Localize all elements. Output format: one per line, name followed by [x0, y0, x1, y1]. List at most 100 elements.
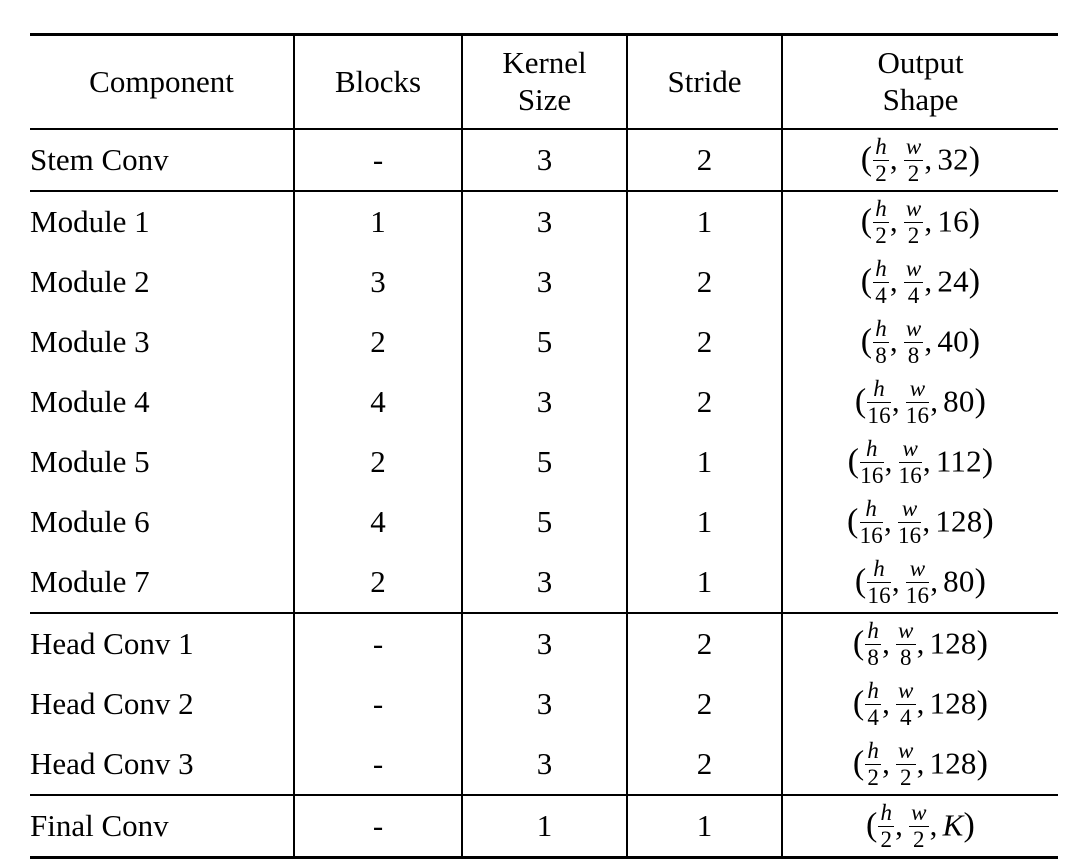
width-fraction-numerator: w	[903, 196, 924, 223]
comma-separator: ,	[924, 203, 933, 239]
table-row: Module 2 3 3 2(h 4, w 4, 24)	[30, 252, 1058, 312]
cell-blocks: 4	[293, 372, 462, 432]
channel-count: 128	[929, 745, 977, 781]
column-header-stride: Stride	[626, 33, 782, 129]
height-fraction-denominator: 16	[867, 402, 891, 428]
cell-kernel-size: 5	[461, 492, 627, 552]
cell-component: Module 3	[30, 323, 150, 359]
cell-stride: 1	[626, 432, 782, 492]
table-header: Component Blocks Kernel Size Stride Output Sha…	[30, 33, 1058, 129]
height-fraction-denominator: 16	[867, 582, 891, 608]
cell-stride: 2	[626, 372, 782, 432]
height-fraction-numerator: h	[865, 618, 882, 645]
comma-separator: ,	[895, 807, 904, 843]
width-fraction-numerator: w	[896, 618, 916, 645]
comma-separator: ,	[924, 323, 933, 359]
cell-output-shape: (h 4, w 4, 24)	[781, 252, 1058, 312]
comma-separator: ,	[922, 503, 931, 539]
architecture-table-container: Component Blocks Kernel Size Stride Output Sha…	[30, 33, 1058, 859]
column-header-line: Blocks	[334, 63, 422, 99]
cell-output-shape: (h 2, w 2, 128)	[781, 734, 1058, 795]
cell-kernel-size: 3	[461, 190, 627, 252]
cell-blocks: -	[293, 794, 462, 859]
table-row: Stem Conv -3 2(h 2, w 2, 32)	[30, 128, 1058, 191]
cell-stride: 2	[626, 734, 782, 795]
cell-blocks: 1	[293, 190, 462, 252]
comma-separator: ,	[930, 383, 939, 419]
comma-separator: ,	[889, 203, 898, 239]
height-fraction: h 16	[860, 437, 884, 487]
height-fraction: h2	[873, 197, 889, 247]
output-shape-expression: (h 16, w 16, 128)	[847, 497, 994, 547]
height-fraction: h 16	[867, 377, 891, 428]
table-row: Head Conv 3-3 2(h 2, w 2, 128)	[30, 734, 1058, 795]
open-paren: (	[860, 140, 873, 178]
close-paren: )	[968, 202, 981, 240]
open-paren: (	[860, 262, 873, 300]
cell-component: Head Conv 1	[30, 612, 294, 674]
channel-count: 40	[937, 323, 969, 359]
height-fraction: h2	[878, 801, 895, 852]
open-paren: (	[854, 562, 867, 600]
open-paren: (	[847, 502, 859, 540]
width-fraction-denominator: 8	[907, 342, 920, 368]
table-row: Module 6 4 5 1(h 16, w 16, 128)	[30, 492, 1058, 552]
column-header-line: Size	[517, 82, 572, 117]
height-fraction: h 16	[859, 497, 883, 547]
close-paren: )	[976, 624, 989, 662]
column-header-kernel-size: Kernel Size	[461, 33, 627, 129]
channel-count: 128	[929, 625, 977, 661]
cell-blocks: -	[293, 128, 462, 191]
table-row: Head Conv 1-3 2(h 8, w 8, 128)	[30, 612, 1058, 674]
width-fraction-numerator: w	[905, 377, 930, 403]
height-fraction-numerator: h	[873, 316, 889, 343]
cell-blocks: 3	[293, 252, 462, 312]
height-fraction-denominator: 2	[880, 826, 893, 852]
height-fraction: h8	[865, 618, 882, 669]
height-fraction-numerator: h	[873, 256, 889, 283]
width-fraction-denominator: 16	[897, 522, 922, 548]
height-fraction: h4	[865, 678, 882, 729]
cell-output-shape: (h 2, w 2, 32)	[781, 128, 1058, 191]
comma-separator: ,	[884, 443, 893, 479]
width-fraction: w 16	[905, 557, 930, 607]
comma-separator: ,	[924, 141, 933, 177]
close-paren: )	[981, 442, 994, 480]
open-paren: (	[852, 624, 865, 662]
height-fraction-denominator: 8	[875, 342, 887, 368]
cell-stride: 2	[626, 252, 782, 312]
output-shape-expression: (h 16, w 16, 80)	[855, 377, 986, 427]
cell-kernel-size: 5	[461, 312, 627, 372]
comma-separator: ,	[889, 323, 898, 359]
cell-component: Head Conv 2	[30, 685, 194, 721]
cell-output-shape: (h 4, w 4, 128)	[781, 674, 1058, 734]
cell-output-shape: (h 16, w 16, 128)	[781, 492, 1058, 552]
height-fraction-numerator: h	[865, 678, 882, 705]
channel-count: 16	[937, 203, 969, 239]
output-shape-expression: (h 2, w 2, K)	[866, 801, 975, 851]
height-fraction: h4	[873, 257, 889, 307]
cell-kernel-size: 3	[461, 372, 627, 432]
output-shape-expression: (h 2, w 2, 16)	[861, 197, 981, 247]
height-fraction-denominator: 2	[867, 764, 880, 790]
comma-separator: ,	[916, 745, 925, 781]
cell-kernel-size: 5	[461, 432, 627, 492]
cell-kernel-size: 3	[461, 612, 627, 674]
width-fraction: w 16	[905, 377, 930, 427]
width-fraction-numerator: w	[896, 738, 916, 765]
output-shape-expression: (h 2, w 2, 128)	[853, 739, 988, 789]
height-fraction: h2	[865, 739, 882, 790]
output-shape-expression: (h 4, w 4, 128)	[853, 679, 988, 729]
comma-separator: ,	[930, 563, 939, 599]
cell-output-shape: (h 2, w 2, 16)	[781, 190, 1058, 252]
open-paren: (	[865, 806, 878, 844]
height-fraction-denominator: 4	[875, 282, 887, 308]
cell-component: Module 6	[30, 503, 150, 539]
width-fraction-denominator: 16	[898, 462, 922, 488]
cell-blocks: 2	[293, 552, 462, 613]
cell-blocks: 4	[293, 492, 462, 552]
width-fraction-denominator: 4	[899, 704, 912, 730]
width-fraction-numerator: w	[903, 316, 924, 343]
open-paren: (	[852, 684, 865, 722]
open-paren: (	[860, 322, 873, 360]
